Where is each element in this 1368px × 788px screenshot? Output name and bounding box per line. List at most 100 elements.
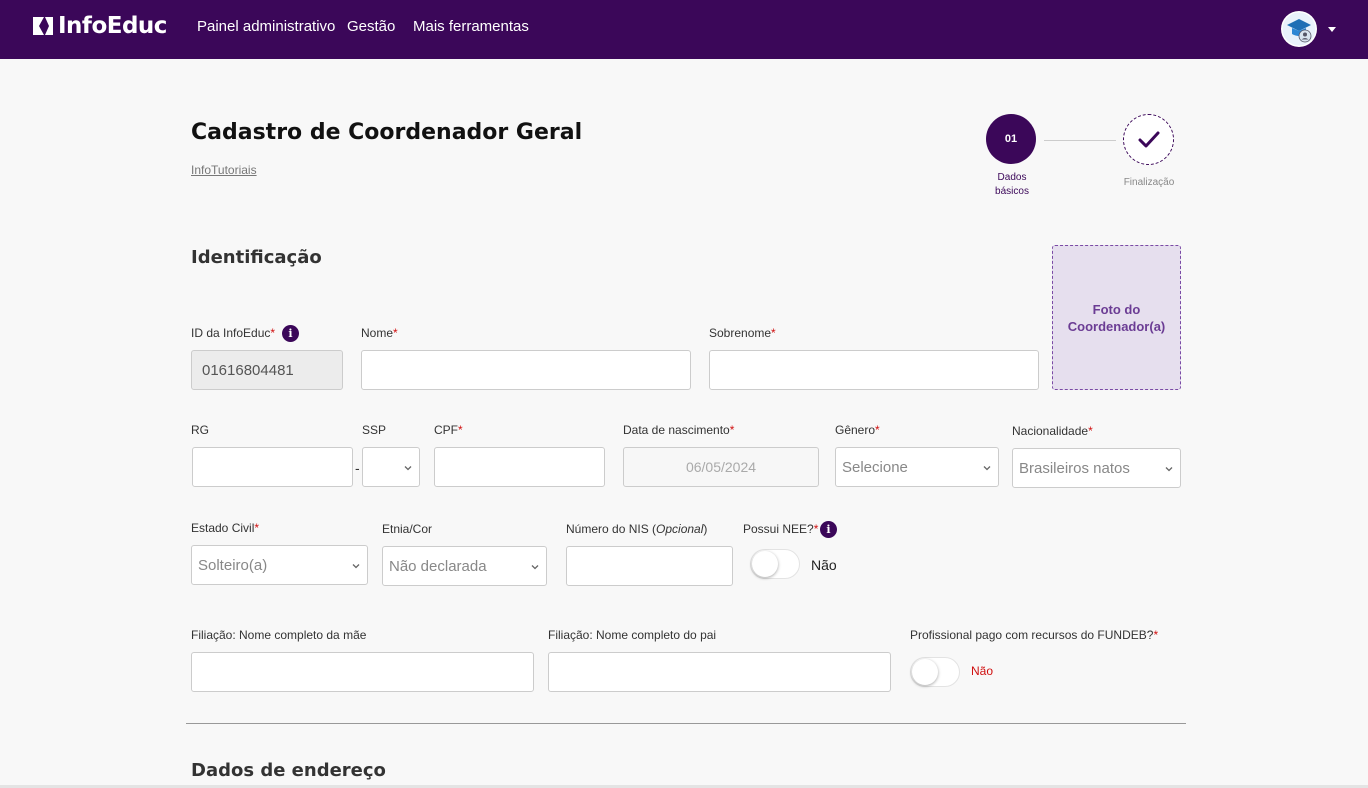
top-navbar: InfoEduc Painel administrativo Gestão Ma…: [0, 0, 1368, 59]
nav-link-painel-administrativo[interactable]: Painel administrativo: [197, 18, 335, 35]
nacionalidade-label-text: Nacionalidade: [1012, 424, 1089, 438]
genero-label: Gênero*: [835, 423, 880, 437]
pai-input[interactable]: [548, 652, 891, 692]
required-mark: *: [254, 521, 260, 535]
required-mark: *: [1088, 424, 1093, 438]
chevron-down-icon: [983, 466, 991, 471]
rg-label: RG: [191, 423, 209, 437]
nacionalidade-value: Brasileiros natos: [1019, 459, 1130, 477]
cpf-input[interactable]: [434, 447, 605, 487]
stepper-step-1: 01: [986, 114, 1036, 164]
etnia-select[interactable]: Não declarada: [382, 546, 547, 586]
user-avatar-icon[interactable]: [1281, 11, 1317, 47]
nis-input[interactable]: [566, 546, 733, 586]
estado-civil-select[interactable]: Solteiro(a): [191, 545, 368, 585]
required-mark: *: [813, 522, 819, 536]
section-title-endereco: Dados de endereço: [191, 760, 386, 781]
pai-label: Filiação: Nome completo do pai: [548, 628, 717, 642]
genero-label-text: Gênero: [835, 423, 876, 437]
section-title-identificacao: Identificação: [191, 247, 322, 268]
nome-label: Nome*: [361, 326, 398, 340]
fundeb-label-text: Profissional pago com recursos do FUNDEB…: [910, 628, 1154, 642]
id-infoeduc-label: ID da InfoEduc*: [191, 326, 275, 340]
data-nascimento-label-text: Data de nascimento: [623, 423, 730, 437]
genero-value: Selecione: [842, 458, 908, 476]
nee-label-text: Possui NEE?: [743, 522, 814, 536]
nav-link-gestao[interactable]: Gestão: [347, 18, 395, 35]
nis-label-prefix: Número do NIS (: [566, 522, 657, 536]
sobrenome-label: Sobrenome*: [709, 326, 776, 340]
nee-toggle-label: Não: [811, 557, 837, 573]
required-mark: *: [270, 326, 276, 340]
infoeduc-logo-icon: [32, 16, 54, 36]
chevron-down-icon: [531, 565, 539, 570]
nav-link-mais-ferramentas[interactable]: Mais ferramentas: [413, 18, 529, 35]
nome-label-text: Nome: [361, 326, 394, 340]
cpf-label: CPF*: [434, 423, 463, 437]
step-1-label-line-1: Dados: [997, 172, 1027, 183]
toggle-knob: [752, 551, 778, 577]
estado-civil-label-text: Estado Civil: [191, 521, 255, 535]
rg-input[interactable]: [192, 447, 353, 487]
id-infoeduc-field[interactable]: 01616804481: [191, 350, 343, 390]
info-glyph: i: [826, 523, 831, 536]
fundeb-label: Profissional pago com recursos do FUNDEB…: [910, 628, 1158, 642]
check-icon: [1138, 131, 1159, 147]
photo-upload-box[interactable]: Foto do Coordenador(a): [1052, 245, 1181, 390]
step-1-label: Dados básicos: [982, 171, 1042, 199]
step-2-label: Finalização: [1123, 177, 1175, 188]
mae-label: Filiação: Nome completo da mãe: [191, 628, 367, 642]
required-mark: *: [458, 423, 463, 437]
nacionalidade-label: Nacionalidade*: [1012, 424, 1093, 438]
info-icon[interactable]: i: [820, 521, 837, 538]
required-mark: *: [1153, 628, 1159, 642]
estado-civil-label: Estado Civil*: [191, 521, 259, 535]
chevron-down-icon: [404, 466, 412, 471]
step-1-label-line-2: básicos: [995, 186, 1029, 197]
fundeb-toggle[interactable]: [910, 657, 960, 687]
rg-separator: -: [355, 460, 360, 476]
data-nascimento-value: 06/05/2024: [685, 459, 757, 475]
info-icon[interactable]: i: [282, 325, 299, 342]
etnia-value: Não declarada: [389, 557, 487, 575]
mae-input[interactable]: [191, 652, 534, 692]
toggle-knob: [912, 659, 938, 685]
required-mark: *: [875, 423, 880, 437]
sobrenome-label-text: Sobrenome: [709, 326, 772, 340]
stepper-step-2: [1123, 114, 1174, 165]
brand-name: InfoEduc: [58, 13, 167, 39]
nee-label: Possui NEE?*: [743, 522, 818, 536]
required-mark: *: [729, 423, 735, 437]
estado-civil-value: Solteiro(a): [198, 556, 268, 574]
required-mark: *: [771, 326, 776, 340]
id-infoeduc-value: 01616804481: [202, 361, 294, 379]
fundeb-toggle-label: Não: [971, 664, 994, 678]
step-1-number: 01: [1004, 133, 1018, 145]
genero-select[interactable]: Selecione: [835, 447, 999, 487]
ssp-select[interactable]: [362, 447, 420, 487]
id-infoeduc-label-text: ID da InfoEduc: [191, 326, 271, 340]
nee-toggle[interactable]: [750, 549, 800, 579]
required-mark: *: [393, 326, 398, 340]
page-title: Cadastro de Coordenador Geral: [191, 120, 583, 145]
photo-label-line-2: Coordenador(a): [1067, 318, 1166, 334]
nis-label: Número do NIS (Opcional): [566, 522, 707, 536]
chevron-down-icon: [1165, 467, 1173, 472]
brand-logo[interactable]: InfoEduc: [32, 13, 167, 39]
photo-label-line-1: Foto do: [1092, 301, 1141, 317]
cpf-label-text: CPF: [434, 423, 458, 437]
data-nascimento-input[interactable]: 06/05/2024: [623, 447, 819, 487]
nacionalidade-select[interactable]: Brasileiros natos: [1012, 448, 1181, 488]
caret-down-icon[interactable]: [1328, 27, 1336, 32]
data-nascimento-label: Data de nascimento*: [623, 423, 734, 437]
etnia-label: Etnia/Cor: [382, 522, 433, 536]
ssp-label: SSP: [362, 423, 387, 437]
section-divider: [186, 723, 1186, 724]
chevron-down-icon: [352, 564, 360, 569]
breadcrumb-link[interactable]: InfoTutoriais: [191, 163, 257, 177]
info-glyph: i: [288, 327, 293, 340]
nis-label-optional: Opcional: [656, 522, 704, 536]
nome-input[interactable]: [361, 350, 691, 390]
stepper-connector: [1044, 140, 1116, 141]
sobrenome-input[interactable]: [709, 350, 1039, 390]
